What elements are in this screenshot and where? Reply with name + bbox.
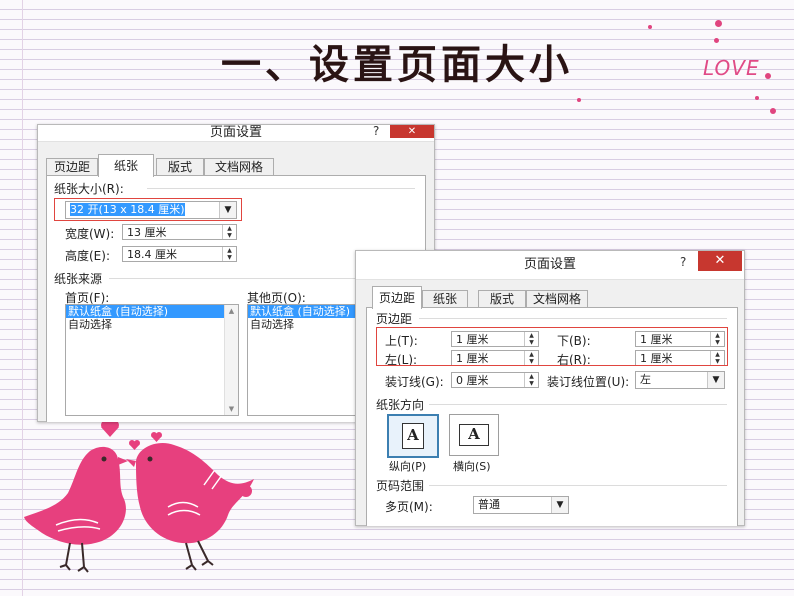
decor-dot — [648, 25, 652, 29]
width-spinner[interactable]: 13 厘米 ▲ ▼ — [122, 224, 237, 240]
decor-dot — [714, 38, 719, 43]
decor-dot — [765, 73, 771, 79]
margins-section-label: 页边距 — [376, 312, 413, 326]
width-value: 13 厘米 — [127, 226, 167, 239]
help-button[interactable]: ? — [680, 255, 686, 269]
highlight-box-margins — [376, 327, 728, 366]
dialog-titlebar: 页面设置 ? ✕ — [38, 124, 434, 142]
tab-panel: 页边距 上(T): 1 厘米 ▲ ▼ 下(B): 1 厘米 ▲ ▼ 左(L): 1 … — [366, 307, 738, 526]
help-button[interactable]: ? — [373, 124, 379, 138]
tab-strip: 页边距 纸张 版式 文档网格 — [364, 286, 736, 309]
love-doodle: LOVE — [703, 56, 760, 80]
portrait-label: 纵向(P) — [389, 460, 427, 473]
decor-dot — [577, 98, 581, 102]
pages-section-label: 页码范围 — [376, 479, 425, 493]
close-button[interactable]: ✕ — [698, 251, 742, 271]
gutter-position-select[interactable]: 左 ▼ — [635, 371, 725, 389]
slide-title: 一、设置页面大小 — [221, 41, 573, 88]
gutter-label: 装订线(G): — [385, 375, 444, 389]
list-item[interactable]: 自动选择 — [66, 318, 238, 331]
multiple-pages-value: 普通 — [478, 498, 500, 511]
list-item[interactable]: 默认纸盒 (自动选择) — [66, 305, 224, 318]
decor-dot — [770, 108, 776, 114]
gutter-spinner[interactable]: 0 厘米 ▲ ▼ — [451, 372, 539, 388]
tab-margins[interactable]: 页边距 — [46, 158, 98, 176]
first-page-list[interactable]: 默认纸盒 (自动选择) 自动选择 ▲ ▼ — [65, 304, 239, 416]
gutter-value: 0 厘米 — [456, 374, 489, 387]
divider — [429, 485, 727, 486]
gutter-position-label: 装订线位置(U): — [547, 375, 630, 389]
paper-size-label: 纸张大小(R): — [54, 182, 124, 196]
love-birds-illustration — [24, 420, 254, 573]
divider — [419, 318, 727, 319]
dialog-titlebar: 页面设置 ? ✕ — [356, 251, 744, 280]
landscape-button[interactable]: A — [449, 414, 499, 456]
chevron-down-icon[interactable]: ▼ — [707, 372, 724, 388]
spinner-arrows-icon[interactable]: ▲ ▼ — [222, 225, 236, 239]
width-label: 宽度(W): — [65, 227, 115, 241]
height-label: 高度(E): — [65, 249, 110, 263]
tab-margins[interactable]: 页边距 — [372, 286, 422, 309]
height-spinner[interactable]: 18.4 厘米 ▲ ▼ — [122, 246, 237, 262]
paper-source-label: 纸张来源 — [54, 272, 103, 286]
gutter-position-value: 左 — [640, 373, 651, 386]
decor-dot — [755, 96, 759, 100]
tab-strip: 页边距 纸张 版式 文档网格 — [46, 154, 426, 177]
tab-paper[interactable]: 纸张 — [98, 154, 154, 177]
page-setup-dialog-margins: 页面设置 ? ✕ 页边距 纸张 版式 文档网格 页边距 上(T): 1 厘米 ▲… — [355, 250, 745, 526]
tab-paper[interactable]: 纸张 — [422, 290, 468, 308]
decor-dot — [715, 20, 722, 27]
height-value: 18.4 厘米 — [127, 248, 177, 261]
portrait-page-icon: A — [402, 423, 424, 449]
divider — [429, 404, 727, 405]
tab-doc-grid[interactable]: 文档网格 — [204, 158, 274, 176]
tab-doc-grid[interactable]: 文档网格 — [526, 290, 588, 308]
highlight-box-paper-size — [54, 198, 242, 221]
close-button[interactable]: ✕ — [390, 125, 434, 138]
landscape-label: 横向(S) — [453, 460, 491, 473]
tab-layout[interactable]: 版式 — [478, 290, 526, 308]
spinner-arrows-icon[interactable]: ▲ ▼ — [524, 373, 538, 387]
portrait-button[interactable]: A — [387, 414, 439, 458]
orientation-section-label: 纸张方向 — [376, 398, 425, 412]
chevron-down-icon[interactable]: ▼ — [551, 497, 568, 513]
scrollbar[interactable]: ▲▼ — [224, 305, 238, 415]
multiple-pages-select[interactable]: 普通 ▼ — [473, 496, 569, 514]
multiple-pages-label: 多页(M): — [385, 500, 433, 514]
divider — [147, 188, 415, 189]
landscape-page-icon: A — [459, 424, 489, 446]
tab-layout[interactable]: 版式 — [156, 158, 204, 176]
spinner-arrows-icon[interactable]: ▲ ▼ — [222, 247, 236, 261]
